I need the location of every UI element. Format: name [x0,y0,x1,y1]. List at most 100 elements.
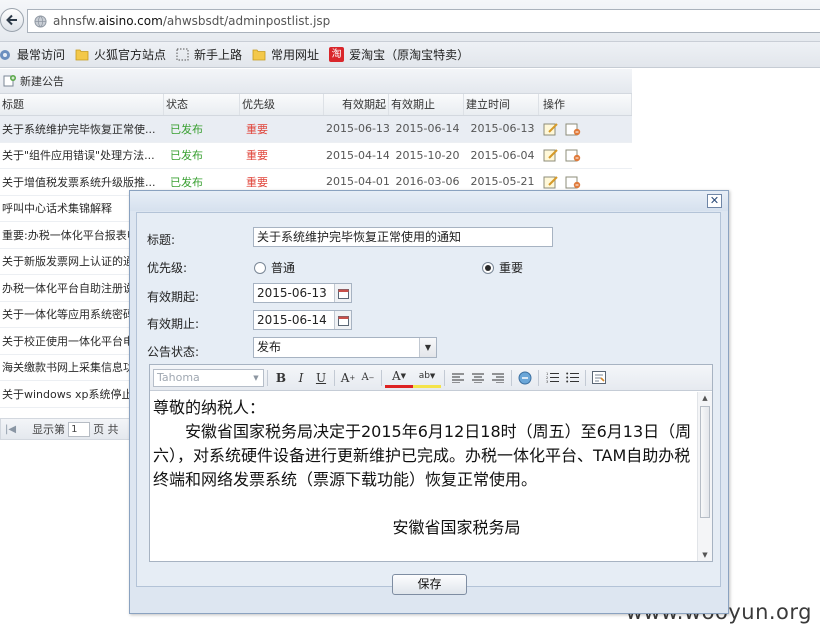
url-input[interactable]: ahnsfw. aisino.com/ahwsbsdt/adminpostlist… [27,9,820,33]
save-button[interactable]: 保存 [392,574,467,595]
calendar-icon[interactable] [334,284,351,302]
toolbar-separator [267,369,268,386]
bookmark-getting-started[interactable]: 新手上路 [176,46,242,63]
start-date-label: 有效期起: [147,290,200,304]
align-center-icon[interactable] [468,368,488,388]
col-created[interactable]: 建立时间 [464,94,539,115]
row-created-date: 2015-06-13 [470,122,535,136]
bookmark-common-sites[interactable]: 常用网址 [252,46,319,63]
toolbar-separator [381,369,382,386]
gear-icon [0,49,10,60]
grid-header: 标题 状态 优先级 有效期起 有效期止 建立时间 操作 [0,94,632,116]
end-date-input[interactable]: 2015-06-14 [253,310,352,330]
chevron-down-icon: ▼ [419,338,436,357]
start-date-value: 2015-06-13 [257,286,327,300]
edit-icon[interactable] [543,175,559,189]
col-status[interactable]: 状态 [164,94,240,115]
col-title[interactable]: 标题 [0,94,164,115]
new-notice-button[interactable]: 新建公告 [20,73,64,89]
url-path: /ahwsbsdt/adminpostlist.jsp [162,14,331,28]
align-left-icon[interactable] [448,368,468,388]
row-created-date: 2015-05-21 [470,175,535,189]
source-code-icon[interactable] [589,368,609,388]
ordered-list-icon[interactable]: 123 [542,368,562,388]
font-size-decrease-icon[interactable]: A − [358,368,378,388]
radio-icon [254,261,266,274]
row-title[interactable]: 关于系统维护完毕恢复正常使... [0,121,164,137]
font-size-increase-icon[interactable]: A + [338,368,358,388]
dotted-box-icon [176,48,189,61]
font-family-select[interactable]: Tahoma ▼ [153,368,264,387]
unordered-list-icon[interactable] [562,368,582,388]
delete-icon[interactable] [565,148,581,162]
underline-icon[interactable]: U [311,368,331,388]
toolbar-separator [511,369,512,386]
status-select-value: 发布 [257,340,282,354]
svg-text:3: 3 [546,380,548,383]
bold-icon[interactable]: B [271,368,291,388]
insert-link-icon[interactable] [515,368,535,388]
bookmark-label: 最常访问 [17,48,66,62]
priority-normal-radio[interactable]: 普通 [254,259,295,276]
priority-important-label: 重要 [499,261,524,275]
title-input[interactable]: 关于系统维护完毕恢复正常使用的通知 [253,227,553,247]
toolbar-separator [444,369,445,386]
row-start-date: 2015-06-13 [326,122,389,136]
table-row[interactable]: 关于系统维护完毕恢复正常使... 已发布 重要 2015-06-13 2015-06-1… [0,116,632,143]
toolbar-separator [585,369,586,386]
col-actions: 操作 [539,94,632,115]
priority-important-radio[interactable]: 重要 [482,259,523,276]
align-right-icon[interactable] [488,368,508,388]
row-start-date: 2015-04-01 [326,175,389,189]
bookmark-firefox-site[interactable]: 火狐官方站点 [75,46,166,63]
end-date-label: 有效期止: [147,317,200,331]
editor-scrollbar[interactable]: ▲ ▼ [697,392,712,561]
dialog-titlebar[interactable]: ✕ [130,191,728,211]
taobao-icon: 淘 [329,47,345,62]
close-icon[interactable]: ✕ [707,194,722,208]
bookmark-most-visited[interactable]: 最常访问 [0,46,65,63]
col-end[interactable]: 有效期止 [389,94,464,115]
scrollbar-thumb[interactable] [700,406,710,518]
scroll-down-icon[interactable]: ▼ [698,551,712,559]
edit-icon[interactable] [543,122,559,136]
delete-icon[interactable] [565,175,581,189]
row-end-date: 2016-03-06 [395,175,460,189]
scroll-up-icon[interactable]: ▲ [698,394,712,402]
page-number-input[interactable]: 1 [68,421,91,437]
row-status: 已发布 [170,175,203,189]
first-page-icon[interactable]: |◀ [5,424,16,435]
col-start[interactable]: 有效期起 [324,94,389,115]
italic-icon[interactable]: I [291,368,311,388]
row-title[interactable]: 关于增值税发票系统升级版推... [0,174,164,190]
back-arrow-icon [6,14,17,26]
bookmark-label: 爱淘宝（原淘宝特卖） [349,48,470,62]
row-priority: 重要 [246,175,268,189]
row-start-date: 2015-04-14 [326,148,389,162]
col-priority[interactable]: 优先级 [240,94,324,115]
table-row[interactable]: 关于"组件应用错误"处理方法... 已发布 重要 2015-04-14 2015-10-… [0,142,632,169]
toolbar-separator [334,369,335,386]
font-color-icon[interactable]: A ▼ [385,368,413,388]
folder-icon [252,49,266,61]
row-title[interactable]: 关于"组件应用错误"处理方法... [0,147,164,163]
back-button[interactable] [0,8,24,32]
calendar-icon[interactable] [334,311,351,329]
chevron-down-icon: ▼ [253,373,259,382]
bookmark-taobao[interactable]: 淘 爱淘宝（原淘宝特卖） [329,46,469,63]
row-created-date: 2015-06-04 [470,148,535,162]
status-label: 公告状态: [147,345,200,359]
delete-icon[interactable] [565,122,581,136]
row-status: 已发布 [170,122,203,136]
row-end-date: 2015-06-14 [395,122,460,136]
highlight-color-icon[interactable]: ab ▼ [413,368,441,388]
editor-content[interactable]: 尊敬的纳税人： 安徽省国家税务局决定于2015年6月12日18时（周五）至6月1… [150,392,697,561]
globe-icon [34,14,47,28]
priority-normal-label: 普通 [271,261,296,275]
start-date-input[interactable]: 2015-06-13 [253,283,352,303]
bookmark-label: 常用网址 [271,48,320,62]
row-actions [539,175,632,189]
edit-icon[interactable] [543,148,559,162]
content-greeting: 尊敬的纳税人： [153,398,266,417]
status-select[interactable]: 发布 ▼ [253,337,437,358]
